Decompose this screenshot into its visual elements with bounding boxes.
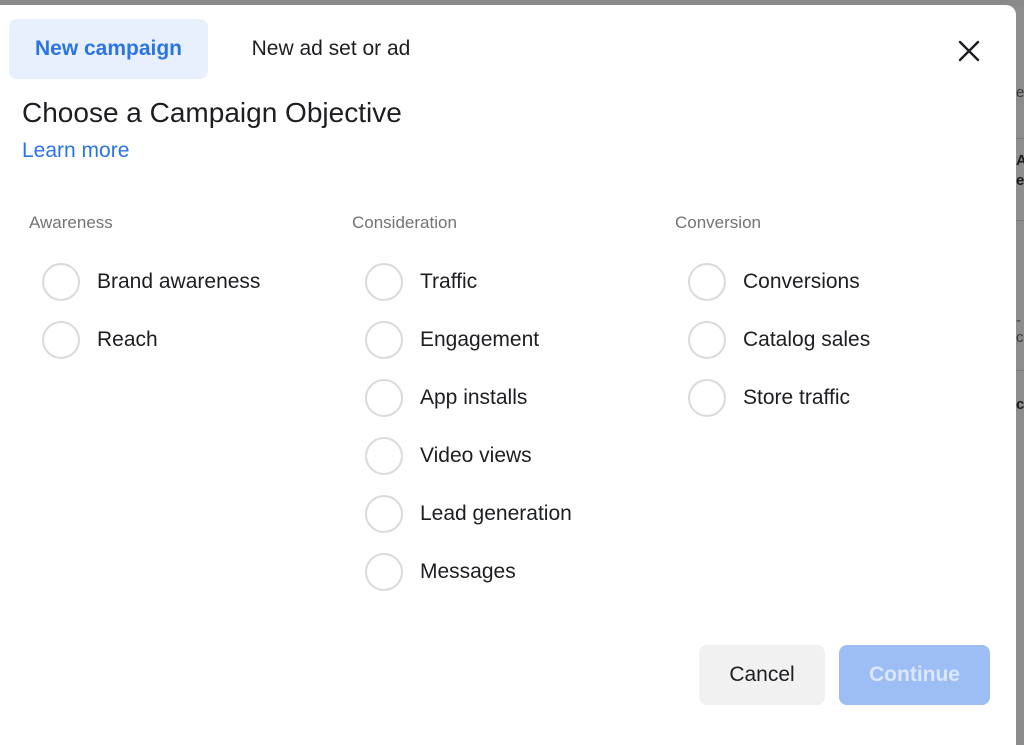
objective-option[interactable]: Conversions — [668, 253, 870, 311]
background-text-fragment: ef — [1016, 172, 1024, 189]
radio-button[interactable] — [365, 379, 403, 417]
learn-more-link[interactable]: Learn more — [22, 139, 129, 163]
group-label: Awareness — [29, 213, 113, 232]
option-label: Reach — [97, 328, 158, 351]
option-label: Video views — [420, 444, 532, 467]
background-text-fragment: c — [1016, 396, 1024, 413]
radio-button[interactable] — [365, 553, 403, 591]
objective-option[interactable]: App installs — [345, 369, 572, 427]
objective-option[interactable]: Video views — [345, 427, 572, 485]
tab-new-campaign[interactable]: New campaign — [9, 19, 208, 79]
radio-button[interactable] — [365, 437, 403, 475]
group-label: Conversion — [675, 213, 761, 232]
background-text-fragment: ev — [1016, 84, 1024, 101]
option-label: Lead generation — [420, 502, 572, 525]
campaign-objective-dialog: New campaign New ad set or ad Choose a C… — [0, 5, 1016, 745]
objective-option[interactable]: Traffic — [345, 253, 572, 311]
radio-button[interactable] — [365, 495, 403, 533]
objective-group-conversion: Conversion Conversions Catalog sales Sto… — [668, 213, 870, 427]
background-divider — [1016, 370, 1024, 371]
background-text-fragment: A — [1016, 152, 1024, 169]
objective-option[interactable]: Reach — [22, 311, 260, 369]
radio-button[interactable] — [365, 321, 403, 359]
radio-button[interactable] — [42, 321, 80, 359]
option-label: Traffic — [420, 270, 478, 293]
radio-button[interactable] — [365, 263, 403, 301]
radio-button[interactable] — [688, 321, 726, 359]
option-label: Brand awareness — [97, 270, 261, 293]
background-divider — [1016, 220, 1024, 221]
radio-button[interactable] — [688, 263, 726, 301]
background-text-fragment: -c — [1016, 312, 1024, 346]
radio-button[interactable] — [42, 263, 80, 301]
tab-new-ad-set-or-ad[interactable]: New ad set or ad — [226, 19, 436, 79]
objective-option[interactable]: Lead generation — [345, 485, 572, 543]
option-label: Conversions — [743, 270, 860, 293]
option-label: Catalog sales — [743, 328, 871, 351]
objective-option[interactable]: Messages — [345, 543, 572, 601]
objective-group-consideration: Consideration Traffic Engagement App ins… — [345, 213, 572, 601]
objective-option[interactable]: Catalog sales — [668, 311, 870, 369]
objective-option[interactable]: Engagement — [345, 311, 572, 369]
dialog-title: Choose a Campaign Objective — [22, 97, 402, 128]
cancel-button[interactable]: Cancel — [699, 645, 825, 705]
option-label: Store traffic — [743, 386, 850, 409]
objective-group-awareness: Awareness Brand awareness Reach — [22, 213, 260, 369]
background-divider — [1016, 138, 1024, 139]
group-label: Consideration — [352, 213, 457, 232]
option-label: Engagement — [420, 328, 540, 351]
continue-button[interactable]: Continue — [839, 645, 990, 705]
objective-option[interactable]: Brand awareness — [22, 253, 260, 311]
objective-option[interactable]: Store traffic — [668, 369, 870, 427]
radio-button[interactable] — [688, 379, 726, 417]
option-label: Messages — [420, 560, 516, 583]
close-icon[interactable] — [954, 36, 984, 66]
option-label: App installs — [420, 386, 528, 409]
